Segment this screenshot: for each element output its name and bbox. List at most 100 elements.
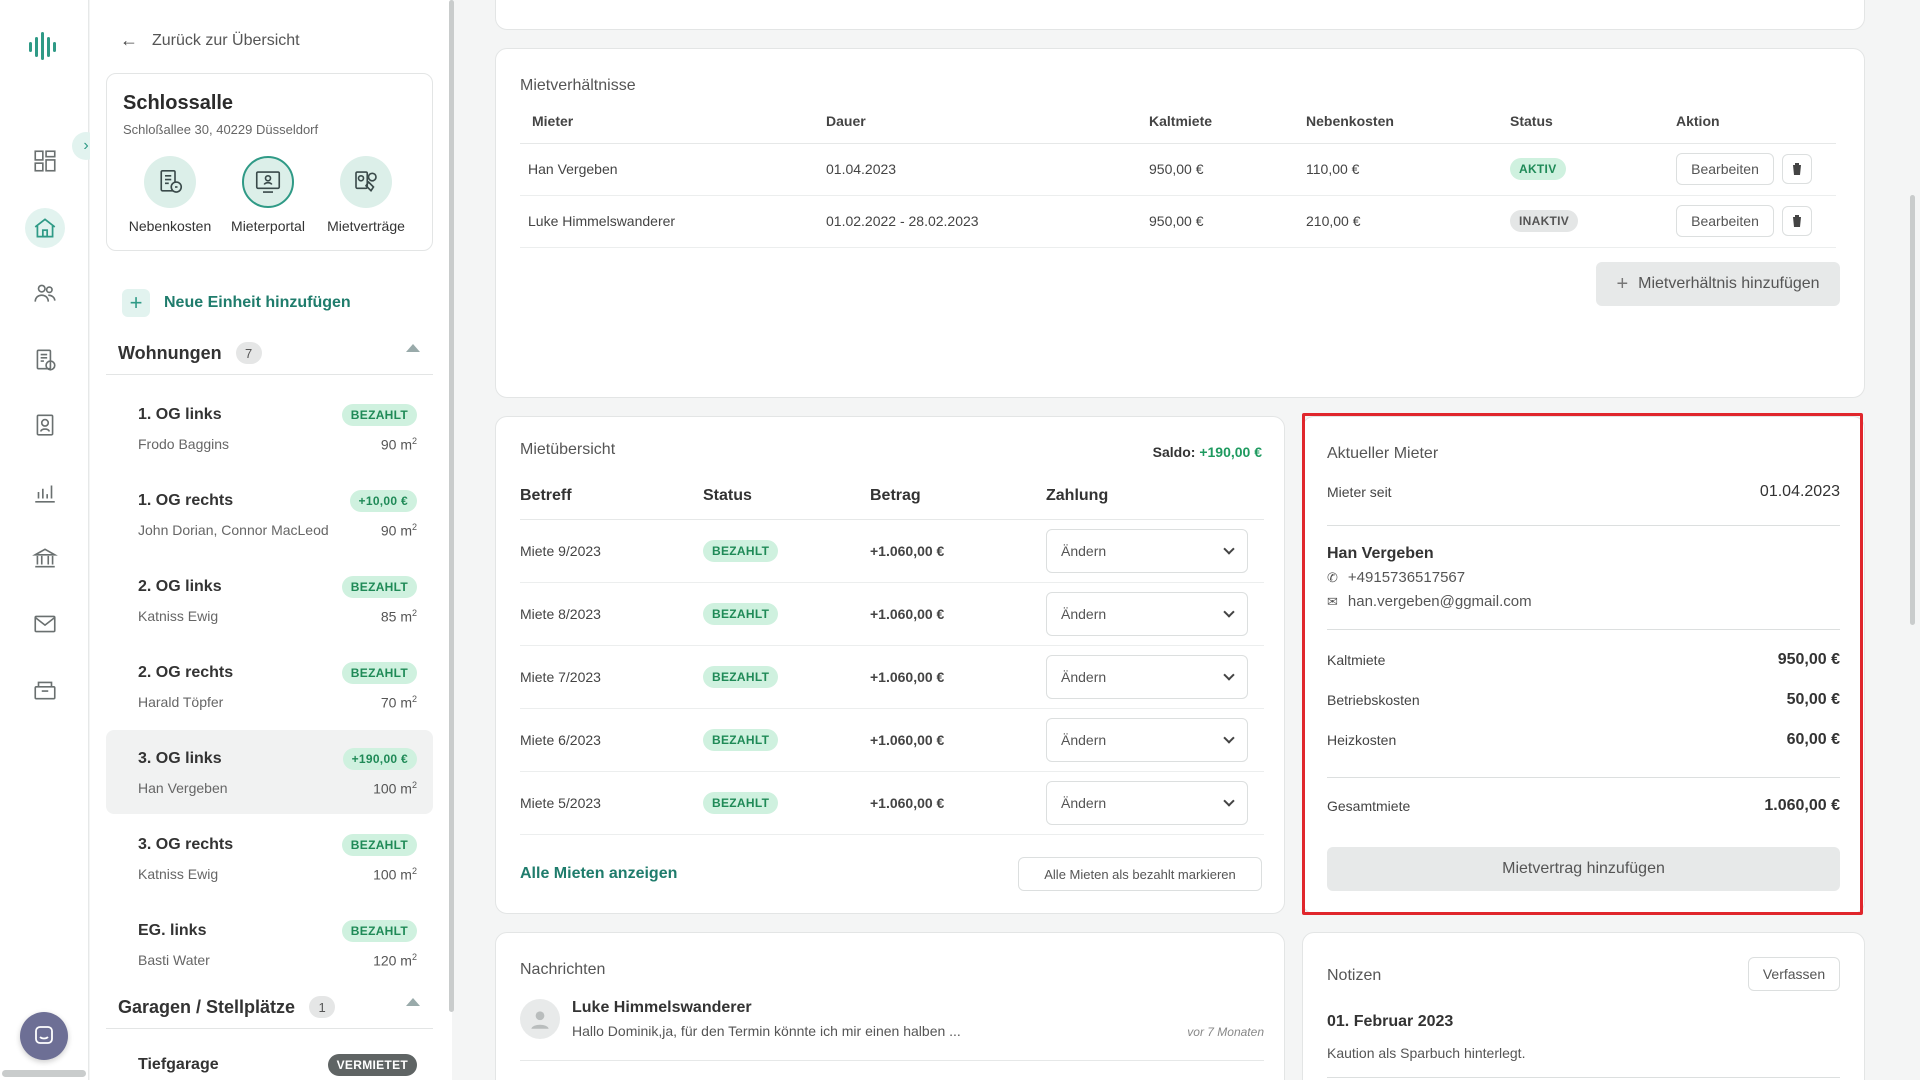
unit-item[interactable]: EG. links Basti Water 120 m2 BEZAHLT [106, 902, 433, 986]
unit-tenant: Katniss Ewig [138, 866, 219, 882]
payment-select[interactable]: Ändern [1046, 591, 1248, 636]
quick-action-contracts[interactable]: Mietverträge [321, 156, 411, 234]
unit-area: 100 m2 [373, 866, 417, 883]
messages-panel: Nachrichten Luke Himmelswanderer Hallo D… [495, 932, 1285, 1080]
show-all-rents-link[interactable]: Alle Mieten anzeigen [520, 865, 677, 883]
column-header: Aktion [1676, 99, 1836, 144]
apartments-count: 7 [235, 342, 262, 364]
panel-scrollbar[interactable] [449, 0, 454, 1012]
status-badge: BEZAHLT [341, 920, 417, 942]
note-date: 01. Februar 2023 [1327, 1013, 1454, 1030]
edit-button[interactable]: Bearbeiten [1676, 205, 1774, 237]
chevron-down-icon [1223, 668, 1235, 681]
amount-cell: +1.060,00 € [870, 708, 1046, 772]
payment-select[interactable]: Ändern [1046, 528, 1248, 573]
unit-item[interactable]: 3. OG rechts Katniss Ewig 100 m2 BEZAHLT [106, 816, 433, 900]
property-card: Schlossalle Schloßallee 30, 40229 Düssel… [106, 73, 433, 251]
dashboard-icon[interactable] [25, 141, 65, 181]
column-header: Kaltmiete [1149, 99, 1306, 144]
quick-action-tenant-portal[interactable]: Mieterportal [223, 156, 313, 234]
edit-button[interactable]: Bearbeiten [1676, 153, 1774, 185]
chart-icon[interactable] [25, 472, 65, 512]
status-badge: INAKTIV [1510, 210, 1579, 232]
status-badge: BEZAHLT [341, 576, 417, 598]
amount-cell: +1.060,00 € [870, 645, 1046, 709]
unit-item[interactable]: Tiefgarage VERMIETET [106, 1040, 433, 1080]
unit-name: 2. OG rechts [138, 664, 234, 681]
status-badge: BEZAHLT [341, 834, 417, 856]
subject-cell: Miete 5/2023 [520, 771, 703, 835]
table-row: Miete 6/2023 BEZAHLT +1.060,00 € Ändern [520, 708, 1264, 772]
payment-select[interactable]: Ändern [1046, 780, 1248, 825]
apartments-title: Wohnungen [118, 342, 222, 363]
app-logo-icon[interactable] [27, 28, 63, 64]
unit-name: 3. OG links [138, 750, 222, 767]
add-tenancy-button[interactable]: + Mietverhältnis hinzufügen [1596, 262, 1840, 306]
saldo-label: Saldo: [1152, 444, 1196, 460]
collapse-garages-icon[interactable] [406, 998, 420, 1006]
unit-name: 3. OG rechts [138, 836, 234, 853]
column-header: Zahlung [1046, 473, 1264, 520]
delete-button[interactable] [1782, 154, 1812, 184]
add-unit-label: Neue Einheit hinzufügen [164, 294, 351, 311]
home-icon[interactable] [25, 208, 65, 248]
unit-area: 100 m2 [373, 780, 417, 797]
horizontal-scrollbar[interactable] [2, 1070, 86, 1077]
collapse-apartments-icon[interactable] [406, 344, 420, 352]
unit-item[interactable]: 2. OG rechts Harald Töpfer 70 m2 BEZAHLT [106, 644, 433, 728]
mark-all-paid-button[interactable]: Alle Mieten als bezahlt markieren [1018, 857, 1262, 891]
chat-icon[interactable] [20, 1012, 68, 1060]
messages-title: Nachrichten [520, 961, 606, 978]
table-row: Luke Himmelswanderer 01.02.2022 - 28.02.… [520, 195, 1836, 248]
users-icon[interactable] [25, 273, 65, 313]
extra-cost-cell: 210,00 € [1306, 195, 1510, 248]
add-unit-button[interactable]: + Neue Einheit hinzufügen [122, 289, 351, 317]
arrow-left-icon: ← [120, 30, 138, 50]
chevron-down-icon [1223, 794, 1235, 807]
compose-note-button[interactable]: Verfassen [1748, 957, 1840, 991]
status-badge: BEZAHLT [703, 728, 779, 751]
status-badge: BEZAHLT [703, 602, 779, 625]
duration-cell: 01.04.2023 [826, 143, 1149, 196]
unit-area: 120 m2 [373, 952, 417, 969]
utility-bill-icon [160, 169, 183, 193]
chevron-right-icon: › [83, 137, 89, 154]
back-link[interactable]: ← Zurück zur Übersicht [120, 30, 300, 51]
amount-cell: +1.060,00 € [870, 519, 1046, 583]
rent-table: Betreff Status Betrag Zahlung Miete 9/20… [520, 473, 1264, 835]
unit-item[interactable]: 1. OG links Frodo Baggins 90 m2 BEZAHLT [106, 386, 433, 470]
back-label: Zurück zur Übersicht [152, 31, 300, 49]
column-header: Mieter [520, 99, 826, 144]
payment-select[interactable]: Ändern [1046, 717, 1248, 762]
apartments-header[interactable]: Wohnungen 7 [118, 342, 262, 364]
subject-cell: Miete 9/2023 [520, 519, 703, 583]
divider [106, 374, 433, 375]
contract-icon[interactable] [25, 405, 65, 445]
payment-select[interactable]: Ändern [1046, 654, 1248, 699]
message-item[interactable]: Luke Himmelswanderer Hallo Dominik,ja, f… [520, 999, 1264, 1061]
archive-icon[interactable] [25, 670, 65, 710]
billing-icon[interactable] [25, 340, 65, 380]
garages-header[interactable]: Garagen / Stellplätze 1 [118, 996, 336, 1018]
plus-icon: + [1616, 272, 1629, 295]
unit-item[interactable]: 2. OG links Katniss Ewig 85 m2 BEZAHLT [106, 558, 433, 642]
add-tenancy-label: Mietverhältnis hinzufügen [1638, 275, 1820, 292]
unit-item[interactable]: 1. OG rechts John Dorian, Connor MacLeod… [106, 472, 433, 556]
tenant-cell: Han Vergeben [520, 143, 826, 196]
property-name: Schlossalle [123, 92, 234, 114]
quick-action-utility[interactable]: Nebenkosten [125, 156, 215, 234]
garages-count: 1 [309, 996, 336, 1018]
main-scrollbar[interactable] [1910, 195, 1915, 625]
unit-name: Tiefgarage [138, 1056, 219, 1073]
bank-icon[interactable] [25, 538, 65, 578]
unit-tenant: Katniss Ewig [138, 608, 219, 624]
status-badge: AKTIV [1510, 158, 1566, 180]
amount-cell: +1.060,00 € [870, 582, 1046, 646]
column-header: Dauer [826, 99, 1149, 144]
divider [1327, 1077, 1840, 1078]
mail-icon[interactable] [25, 604, 65, 644]
unit-tenant: Harald Töpfer [138, 694, 224, 710]
saldo-value: +190,00 € [1199, 444, 1262, 460]
delete-button[interactable] [1782, 206, 1812, 236]
unit-item-selected[interactable]: 3. OG links Han Vergeben 100 m2 +190,00 … [106, 730, 433, 814]
